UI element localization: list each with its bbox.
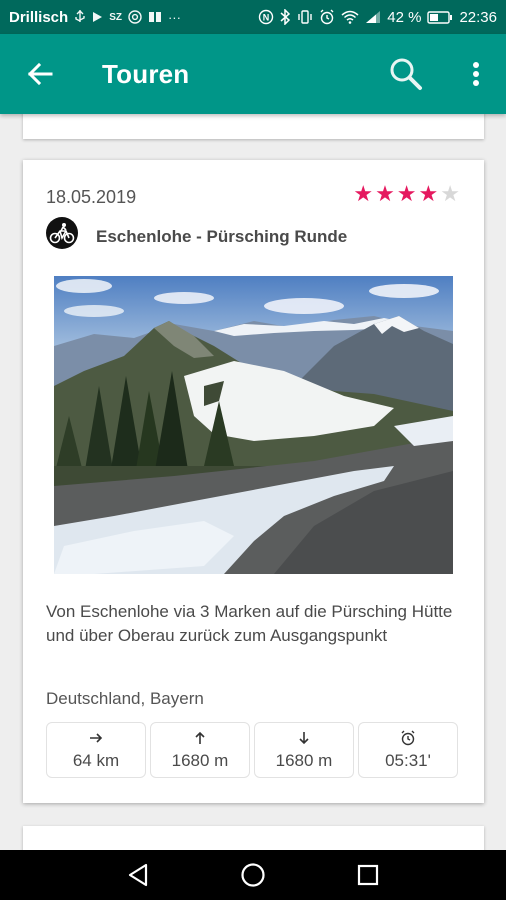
arrow-up-icon bbox=[194, 729, 206, 747]
stat-value: 05:31' bbox=[385, 751, 431, 770]
clock-time: 22:36 bbox=[459, 8, 497, 26]
play-icon bbox=[92, 11, 103, 23]
tour-list[interactable]: 18.05.2019 ★ ★ ★ ★ ★ Eschenlohe - Pürsch… bbox=[0, 114, 506, 850]
system-nav-bar bbox=[0, 850, 506, 900]
tour-rating: ★ ★ ★ ★ ★ bbox=[353, 182, 460, 206]
more-vert-icon bbox=[473, 62, 479, 86]
nav-recents-button[interactable] bbox=[338, 853, 398, 897]
stat-value: 1680 m bbox=[275, 751, 333, 770]
bike-icon bbox=[46, 217, 78, 249]
stat-duration: 05:31' bbox=[358, 722, 458, 778]
stat-distance: 64 km bbox=[46, 722, 146, 778]
arrow-right-icon bbox=[89, 729, 103, 747]
stat-value: 64 km bbox=[72, 751, 120, 770]
alarm-clock-icon bbox=[400, 729, 416, 747]
stat-ascent: 1680 m bbox=[150, 722, 250, 778]
search-icon bbox=[390, 58, 422, 90]
nav-back-icon bbox=[128, 863, 147, 887]
overflow-menu-button[interactable] bbox=[454, 48, 498, 100]
stat-value: 1680 m bbox=[171, 751, 229, 770]
search-button[interactable] bbox=[380, 48, 432, 100]
tour-card-next[interactable] bbox=[23, 826, 484, 850]
tour-photo[interactable] bbox=[54, 276, 453, 574]
more-dots-icon: ··· bbox=[167, 9, 181, 25]
page-title: Touren bbox=[102, 58, 190, 89]
star-empty-icon: ★ bbox=[440, 181, 460, 206]
nav-back-button[interactable] bbox=[108, 853, 168, 897]
carrier-name: Drillisch bbox=[9, 8, 69, 26]
wifi-icon bbox=[341, 10, 359, 24]
vibrate-icon bbox=[297, 9, 313, 25]
arrow-back-icon bbox=[27, 62, 53, 86]
star-icon: ★ bbox=[418, 181, 439, 206]
alarm-icon bbox=[319, 9, 335, 25]
nav-home-button[interactable] bbox=[223, 853, 283, 897]
at-icon bbox=[128, 10, 142, 24]
arrow-down-icon bbox=[298, 729, 310, 747]
tour-location: Deutschland, Bayern bbox=[46, 689, 204, 708]
battery-icon bbox=[427, 10, 453, 24]
tour-card[interactable]: 18.05.2019 ★ ★ ★ ★ ★ Eschenlohe - Pürsch… bbox=[23, 160, 484, 803]
tour-date: 18.05.2019 bbox=[46, 187, 137, 207]
tour-card-previous[interactable] bbox=[23, 114, 484, 139]
sz-icon: SZ bbox=[109, 11, 122, 23]
star-icon: ★ bbox=[396, 181, 417, 206]
tour-title: Eschenlohe - Pürsching Runde bbox=[96, 227, 348, 246]
star-icon: ★ bbox=[353, 181, 374, 206]
svg-text:N: N bbox=[263, 13, 270, 23]
book-icon bbox=[148, 11, 162, 23]
battery-percent: 42 % bbox=[387, 8, 422, 26]
cell-signal-icon bbox=[365, 10, 381, 24]
tour-stats: 64 km 1680 m 1680 m 05:31' bbox=[46, 722, 458, 778]
usb-icon bbox=[74, 10, 86, 24]
app-bar: Touren bbox=[0, 34, 506, 114]
bluetooth-icon bbox=[280, 9, 291, 25]
back-button[interactable] bbox=[14, 48, 66, 100]
nav-recents-icon bbox=[358, 864, 379, 886]
status-bar: Drillisch SZ ··· N 42 % 22:36 bbox=[0, 0, 506, 34]
nfc-icon: N bbox=[258, 9, 274, 25]
nav-home-icon bbox=[241, 863, 265, 887]
notification-icons: SZ ··· bbox=[74, 10, 181, 25]
star-icon: ★ bbox=[375, 181, 395, 206]
tour-description: Von Eschenlohe via 3 Marken auf die Pürs… bbox=[46, 602, 453, 645]
stat-descent: 1680 m bbox=[254, 722, 354, 778]
